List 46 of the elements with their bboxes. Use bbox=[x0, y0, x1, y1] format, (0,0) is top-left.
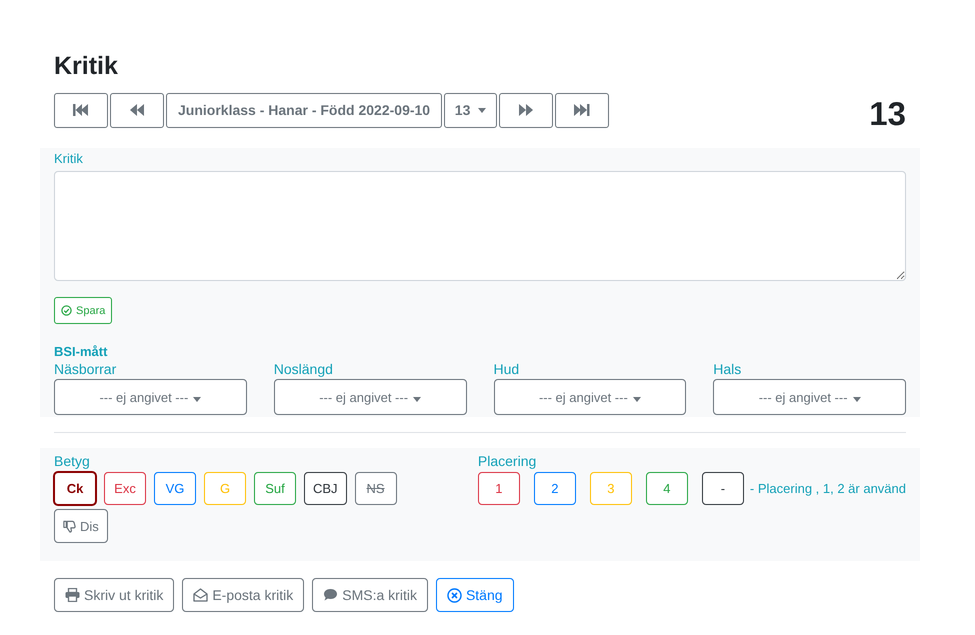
next-button[interactable] bbox=[499, 92, 554, 128]
select-dropdown[interactable]: --- ej angivet --- bbox=[274, 379, 466, 415]
fast-forward-icon bbox=[518, 104, 534, 116]
save-button[interactable]: Spara bbox=[54, 297, 112, 324]
skip-back-icon bbox=[73, 104, 89, 116]
number-dropdown[interactable]: 13 bbox=[444, 92, 498, 128]
field-label: Näsborrar bbox=[54, 360, 118, 379]
grade-button[interactable]: Ck bbox=[54, 472, 96, 505]
field-label: Noslängd bbox=[274, 360, 334, 379]
placement-button[interactable]: 1 bbox=[478, 472, 520, 505]
placement-note: - Placering , 1, 2 är använd bbox=[750, 481, 906, 496]
page-title: Kritik bbox=[54, 52, 119, 81]
printer-icon bbox=[65, 588, 80, 602]
check-circle-icon bbox=[61, 305, 72, 316]
grade-button[interactable]: CBJ bbox=[304, 472, 347, 505]
grade-button[interactable]: Exc bbox=[104, 472, 146, 505]
placement-button[interactable]: - bbox=[702, 472, 744, 505]
action-button[interactable]: SMS:a kritik bbox=[312, 578, 428, 612]
last-button[interactable] bbox=[555, 92, 610, 128]
grade-label: Betyg bbox=[54, 453, 90, 469]
close-icon bbox=[446, 588, 462, 602]
placement-button[interactable]: 2 bbox=[534, 472, 576, 505]
current-number: 13 bbox=[869, 94, 906, 133]
select-dropdown[interactable]: --- ej angivet --- bbox=[713, 379, 906, 415]
select-dropdown[interactable]: --- ej angivet --- bbox=[54, 379, 247, 415]
rewind-icon bbox=[129, 104, 145, 116]
action-button[interactable]: E-posta kritik bbox=[182, 578, 304, 612]
grade-button[interactable]: Suf bbox=[254, 472, 296, 505]
dis-button[interactable]: Dis bbox=[54, 509, 108, 543]
bsi-heading: BSI-mått bbox=[54, 344, 108, 359]
critique-label: Kritik bbox=[54, 151, 84, 166]
skip-forward-icon bbox=[574, 104, 590, 116]
first-button[interactable] bbox=[54, 92, 108, 128]
chat-bubble-icon bbox=[323, 588, 338, 602]
envelope-icon bbox=[193, 588, 208, 602]
action-button[interactable]: Stäng bbox=[436, 578, 514, 612]
action-button[interactable]: Skriv ut kritik bbox=[54, 578, 174, 612]
placement-button[interactable]: 4 bbox=[646, 472, 688, 505]
grade-button[interactable]: VG bbox=[154, 472, 196, 505]
placement-label: Placering bbox=[478, 453, 536, 469]
field-label: Hud bbox=[494, 360, 520, 379]
previous-button[interactable] bbox=[110, 92, 164, 128]
select-dropdown[interactable]: --- ej angivet --- bbox=[494, 379, 686, 415]
field-label: Hals bbox=[713, 360, 742, 379]
thumbs-down-icon bbox=[63, 520, 76, 532]
class-button[interactable]: Juniorklass - Hanar - Född 2022-09-10 bbox=[166, 92, 442, 128]
